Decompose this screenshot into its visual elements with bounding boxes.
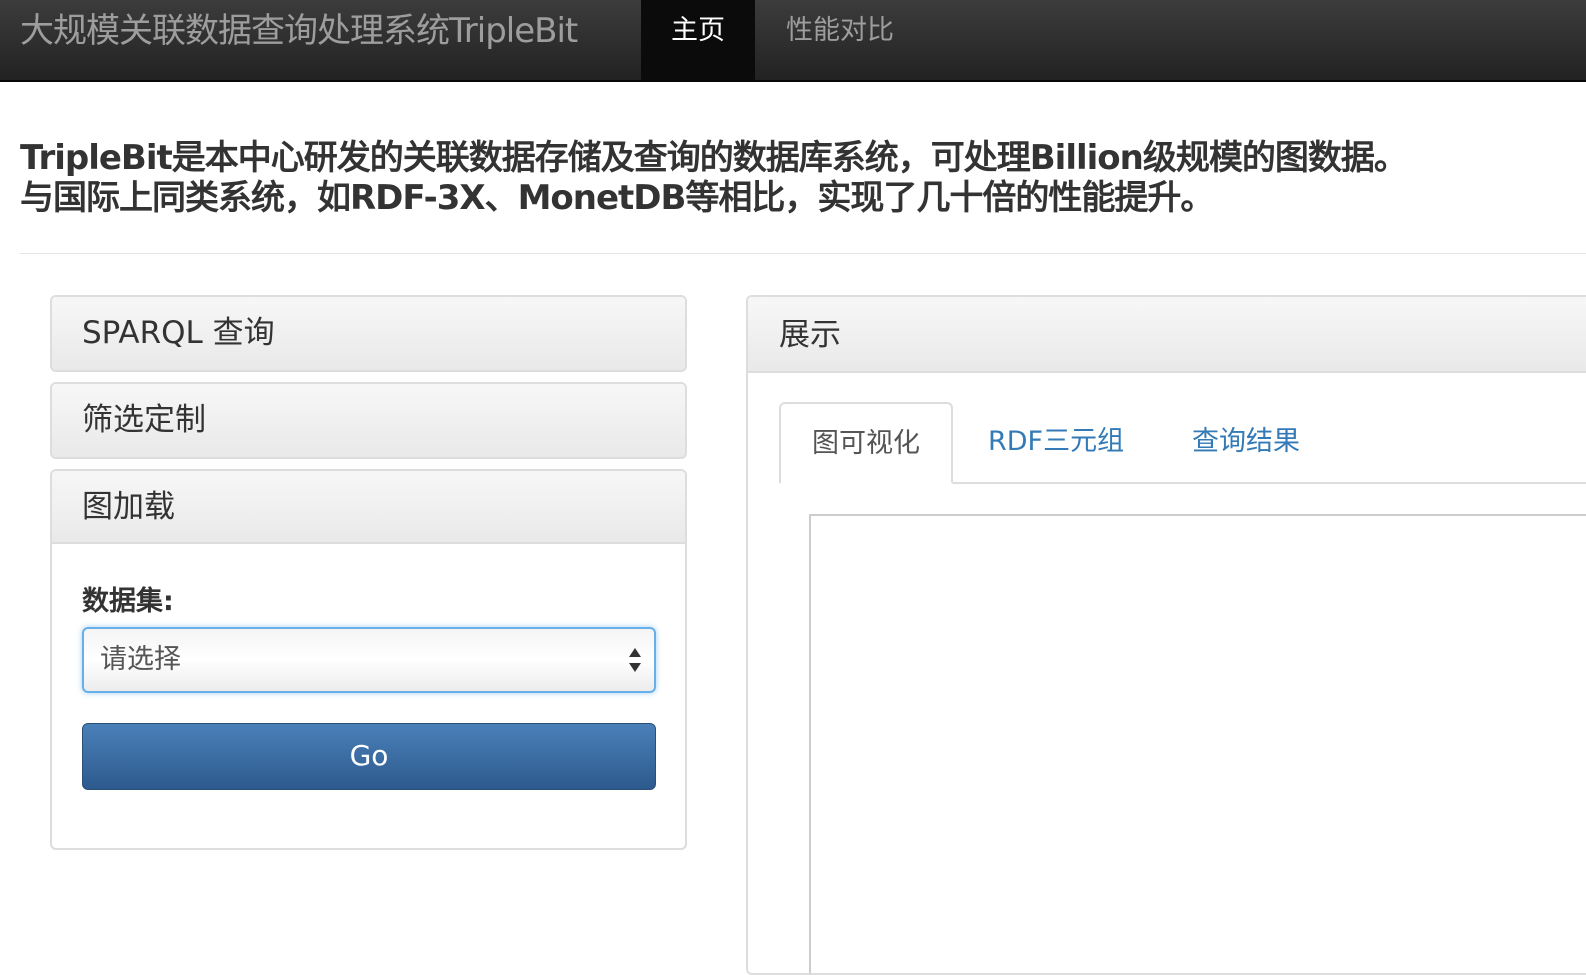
graph-visualization-canvas[interactable] bbox=[809, 514, 1586, 973]
intro-line-2: 与国际上同类系统，如RDF-3X、MonetDB等相比，实现了几十倍的性能提升。 bbox=[20, 178, 1214, 218]
display-panel: 展示 图可视化 RDF三元组 查询结果 bbox=[746, 295, 1586, 975]
top-navbar: 大规模关联数据查询处理系统TripleBit 主页 性能对比 bbox=[0, 0, 1586, 82]
divider bbox=[20, 253, 1586, 254]
intro-text: TripleBit是本中心研发的关联数据存储及查询的数据库系统，可处理Billi… bbox=[20, 138, 1408, 218]
tab-graph-visualization[interactable]: 图可视化 bbox=[779, 402, 953, 484]
nav-item-home[interactable]: 主页 bbox=[641, 0, 755, 80]
intro-line-1: TripleBit是本中心研发的关联数据存储及查询的数据库系统，可处理Billi… bbox=[20, 138, 1408, 178]
go-button[interactable]: Go bbox=[82, 723, 656, 790]
brand-title[interactable]: 大规模关联数据查询处理系统TripleBit bbox=[20, 0, 578, 80]
select-arrows-icon bbox=[629, 648, 641, 672]
dataset-select[interactable]: 请选择 bbox=[82, 627, 656, 693]
sparql-query-header[interactable]: SPARQL 查询 bbox=[52, 297, 685, 370]
tab-query-results[interactable]: 查询结果 bbox=[1192, 402, 1300, 484]
nav-item-performance[interactable]: 性能对比 bbox=[764, 0, 916, 80]
tab-rdf-triples[interactable]: RDF三元组 bbox=[988, 402, 1124, 484]
filter-custom-header[interactable]: 筛选定制 bbox=[52, 384, 685, 457]
dataset-label: 数据集: bbox=[82, 586, 174, 617]
dataset-select-value: 请选择 bbox=[100, 644, 181, 675]
graph-load-header[interactable]: 图加载 bbox=[52, 471, 685, 544]
filter-custom-panel: 筛选定制 bbox=[50, 382, 687, 459]
display-panel-title: 展示 bbox=[748, 297, 1586, 373]
graph-load-panel: 图加载 数据集: 请选择 Go bbox=[50, 469, 687, 850]
sparql-query-panel: SPARQL 查询 bbox=[50, 295, 687, 372]
